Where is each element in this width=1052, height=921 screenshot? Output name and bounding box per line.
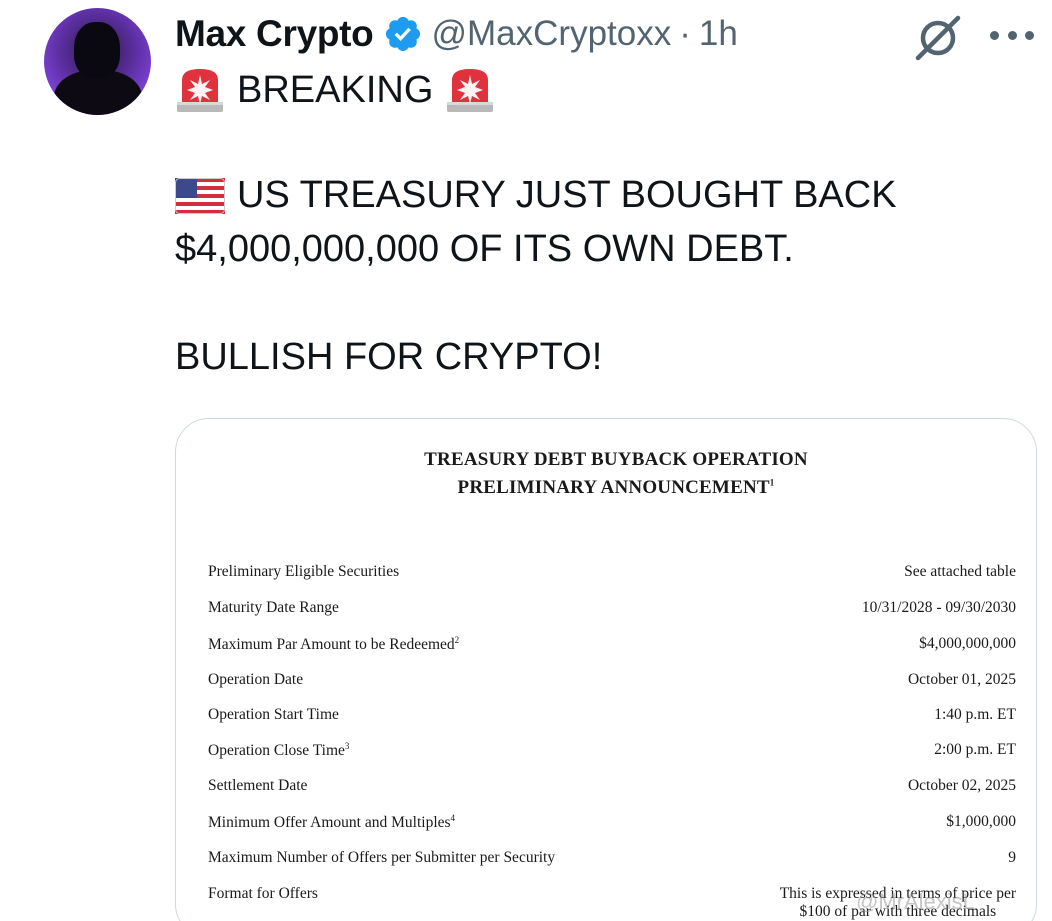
post-text-line-2: US TREASURY JUST BOUGHT BACK	[175, 174, 897, 217]
document-row: Maximum Par Amount to be Redeemed2 $4,00…	[208, 635, 1016, 654]
author-avatar[interactable]	[44, 8, 151, 115]
author-name[interactable]: Max Crypto	[175, 13, 374, 55]
avatar-silhouette-head	[74, 22, 120, 78]
post-text-line-4: BULLISH FOR CRYPTO!	[175, 336, 602, 379]
police-light-emoji	[177, 69, 223, 112]
us-flag-emoji	[175, 177, 225, 214]
grok-icon[interactable]	[912, 12, 964, 64]
post-text: US TREASURY JUST BOUGHT BACK	[237, 174, 897, 216]
post-text: BULLISH FOR CRYPTO!	[175, 336, 603, 378]
document-row: Operation Close Time3 2:00 p.m. ET	[208, 741, 1016, 760]
police-light-emoji	[447, 69, 494, 112]
verified-badge-icon[interactable]	[383, 14, 423, 54]
header-separator: ·	[679, 14, 691, 53]
post-text: $4,000,000,000 OF ITS OWN DEBT.	[175, 228, 794, 270]
document-row: Operation Start Time 1:40 p.m. ET	[208, 706, 1016, 723]
post-text-line-3: $4,000,000,000 OF ITS OWN DEBT.	[175, 228, 794, 271]
document-row: Maturity Date Range 10/31/2028 - 09/30/2…	[208, 599, 1016, 616]
document-row: Minimum Offer Amount and Multiples4 $1,0…	[208, 813, 1016, 832]
attached-image[interactable]: TREASURY DEBT BUYBACK OPERATION PRELIMIN…	[175, 418, 1037, 921]
post-timestamp[interactable]: 1h	[699, 14, 738, 54]
breaking-text: BREAKING	[237, 68, 434, 111]
document-row: Settlement Date October 02, 2025	[208, 777, 1016, 794]
post-text-line-1: BREAKING	[175, 66, 495, 114]
author-handle[interactable]: @MaxCryptoxx	[431, 14, 671, 54]
document-row: Operation Date October 01, 2025	[208, 671, 1016, 688]
watermark: @MrAlexisL	[856, 889, 975, 914]
post-header: Max Crypto @MaxCryptoxx · 1h	[175, 10, 738, 58]
document-row: Preliminary Eligible Securities See atta…	[208, 563, 1016, 580]
document-title: TREASURY DEBT BUYBACK OPERATION	[424, 449, 808, 470]
document-subtitle: PRELIMINARY ANNOUNCEMENT1	[457, 477, 775, 498]
more-options-icon[interactable]	[990, 25, 1034, 45]
document-row: Maximum Number of Offers per Submitter p…	[208, 849, 1016, 866]
